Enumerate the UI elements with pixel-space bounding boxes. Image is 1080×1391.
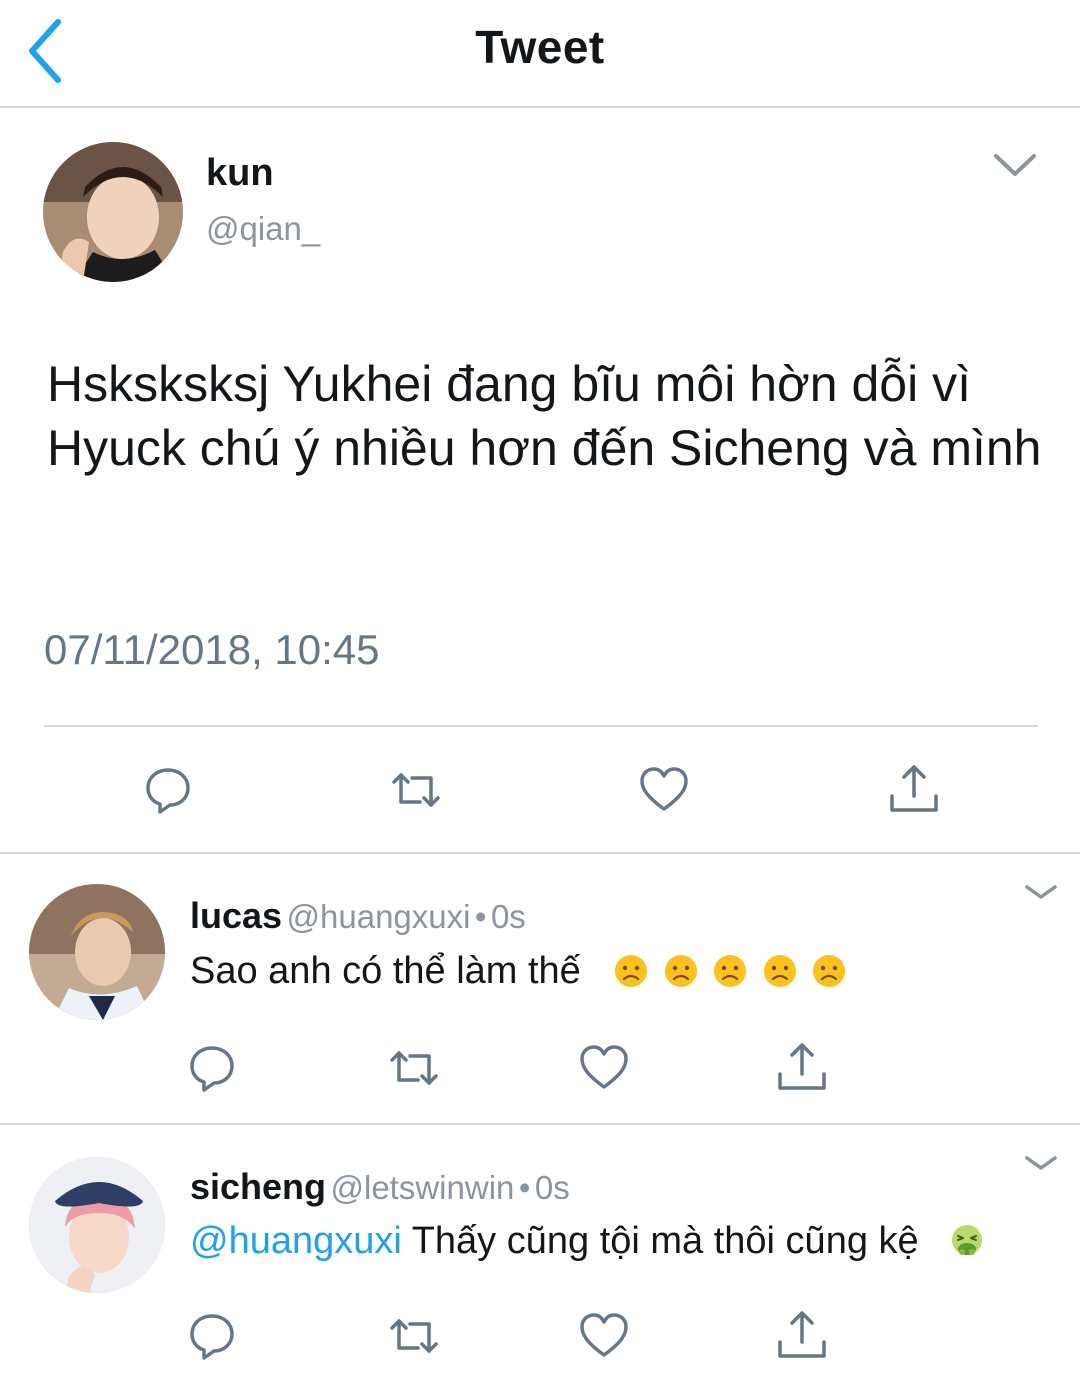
retweet-icon — [390, 1319, 438, 1353]
divider — [44, 725, 1038, 727]
chevron-down-icon — [1025, 1156, 1057, 1170]
nauseated-face-icon — [951, 1225, 982, 1255]
author-display-name[interactable]: kun — [206, 152, 274, 195]
share-icon — [778, 1311, 826, 1358]
avatar-image — [29, 1157, 165, 1293]
more-options-button[interactable] — [1023, 1152, 1059, 1174]
retweet-button[interactable] — [386, 1040, 442, 1096]
avatar[interactable] — [29, 1157, 165, 1293]
mention-link[interactable]: @huangxuxi — [190, 1220, 402, 1262]
author-handle[interactable]: @qian_ — [206, 210, 320, 248]
reply-header: sicheng @letswinwin • 0s — [190, 1166, 570, 1208]
reply-text-row: Sao anh có thể làm thế — [190, 950, 847, 993]
chevron-down-icon — [994, 154, 1036, 176]
chevron-down-icon — [1025, 885, 1057, 899]
share-button[interactable] — [774, 1308, 830, 1364]
reply-time: 0s — [534, 1169, 570, 1206]
reply-button[interactable] — [184, 1308, 240, 1364]
reply-display-name[interactable]: sicheng — [190, 1166, 326, 1207]
reply-icon — [146, 768, 190, 814]
reply-button[interactable] — [184, 1040, 240, 1096]
like-button[interactable] — [576, 1308, 632, 1364]
frowning-face-icon — [763, 955, 796, 987]
share-button[interactable] — [774, 1040, 830, 1096]
heart-icon — [580, 1045, 628, 1089]
tweet-timestamp: 07/11/2018, 10:45 — [44, 626, 380, 673]
share-button[interactable] — [886, 762, 942, 818]
frowning-face-icon — [714, 955, 747, 987]
share-icon — [778, 1043, 826, 1090]
reply-icon — [190, 1314, 234, 1360]
like-button[interactable] — [576, 1040, 632, 1096]
reply-text: Thấy cũng tội mà thôi cũng kệ — [411, 1220, 919, 1262]
retweet-icon — [392, 773, 440, 807]
avatar-image — [43, 142, 183, 282]
heart-icon — [640, 767, 688, 811]
reply-time: 0s — [490, 898, 526, 935]
frowning-face-icon — [664, 955, 697, 987]
retweet-icon — [390, 1051, 438, 1085]
navigation-bar: Tweet — [0, 0, 1080, 108]
page-title: Tweet — [475, 21, 605, 73]
divider — [0, 1123, 1080, 1125]
frowning-face-icon — [813, 955, 846, 987]
reply-separator: • — [474, 898, 487, 935]
reply-icon — [190, 1046, 234, 1092]
reply-text-row: @huangxuxi Thấy cũng tội mà thôi cũng kệ — [190, 1220, 985, 1263]
heart-icon — [580, 1313, 628, 1357]
tweet-text: Hsksksksj Yukhei đang bĩu môi hờn dỗi vì… — [47, 356, 1042, 476]
retweet-button[interactable] — [388, 762, 444, 818]
divider — [0, 852, 1080, 854]
reply-separator: • — [518, 1169, 531, 1206]
reply-header: lucas @huangxuxi • 0s — [190, 895, 526, 937]
avatar[interactable] — [43, 142, 183, 282]
reply-display-name[interactable]: lucas — [190, 895, 282, 936]
more-options-button[interactable] — [990, 148, 1040, 184]
like-button[interactable] — [636, 762, 692, 818]
frowning-face-icon — [614, 955, 647, 987]
more-options-button[interactable] — [1023, 881, 1059, 903]
reply-handle[interactable]: @letswinwin — [331, 1169, 515, 1206]
avatar[interactable] — [29, 884, 165, 1020]
reply-button[interactable] — [140, 762, 196, 818]
reply-handle[interactable]: @huangxuxi — [287, 898, 471, 935]
reply-text: Sao anh có thể làm thế — [190, 950, 581, 992]
avatar-image — [29, 884, 165, 1020]
retweet-button[interactable] — [386, 1308, 442, 1364]
share-icon — [890, 765, 938, 812]
